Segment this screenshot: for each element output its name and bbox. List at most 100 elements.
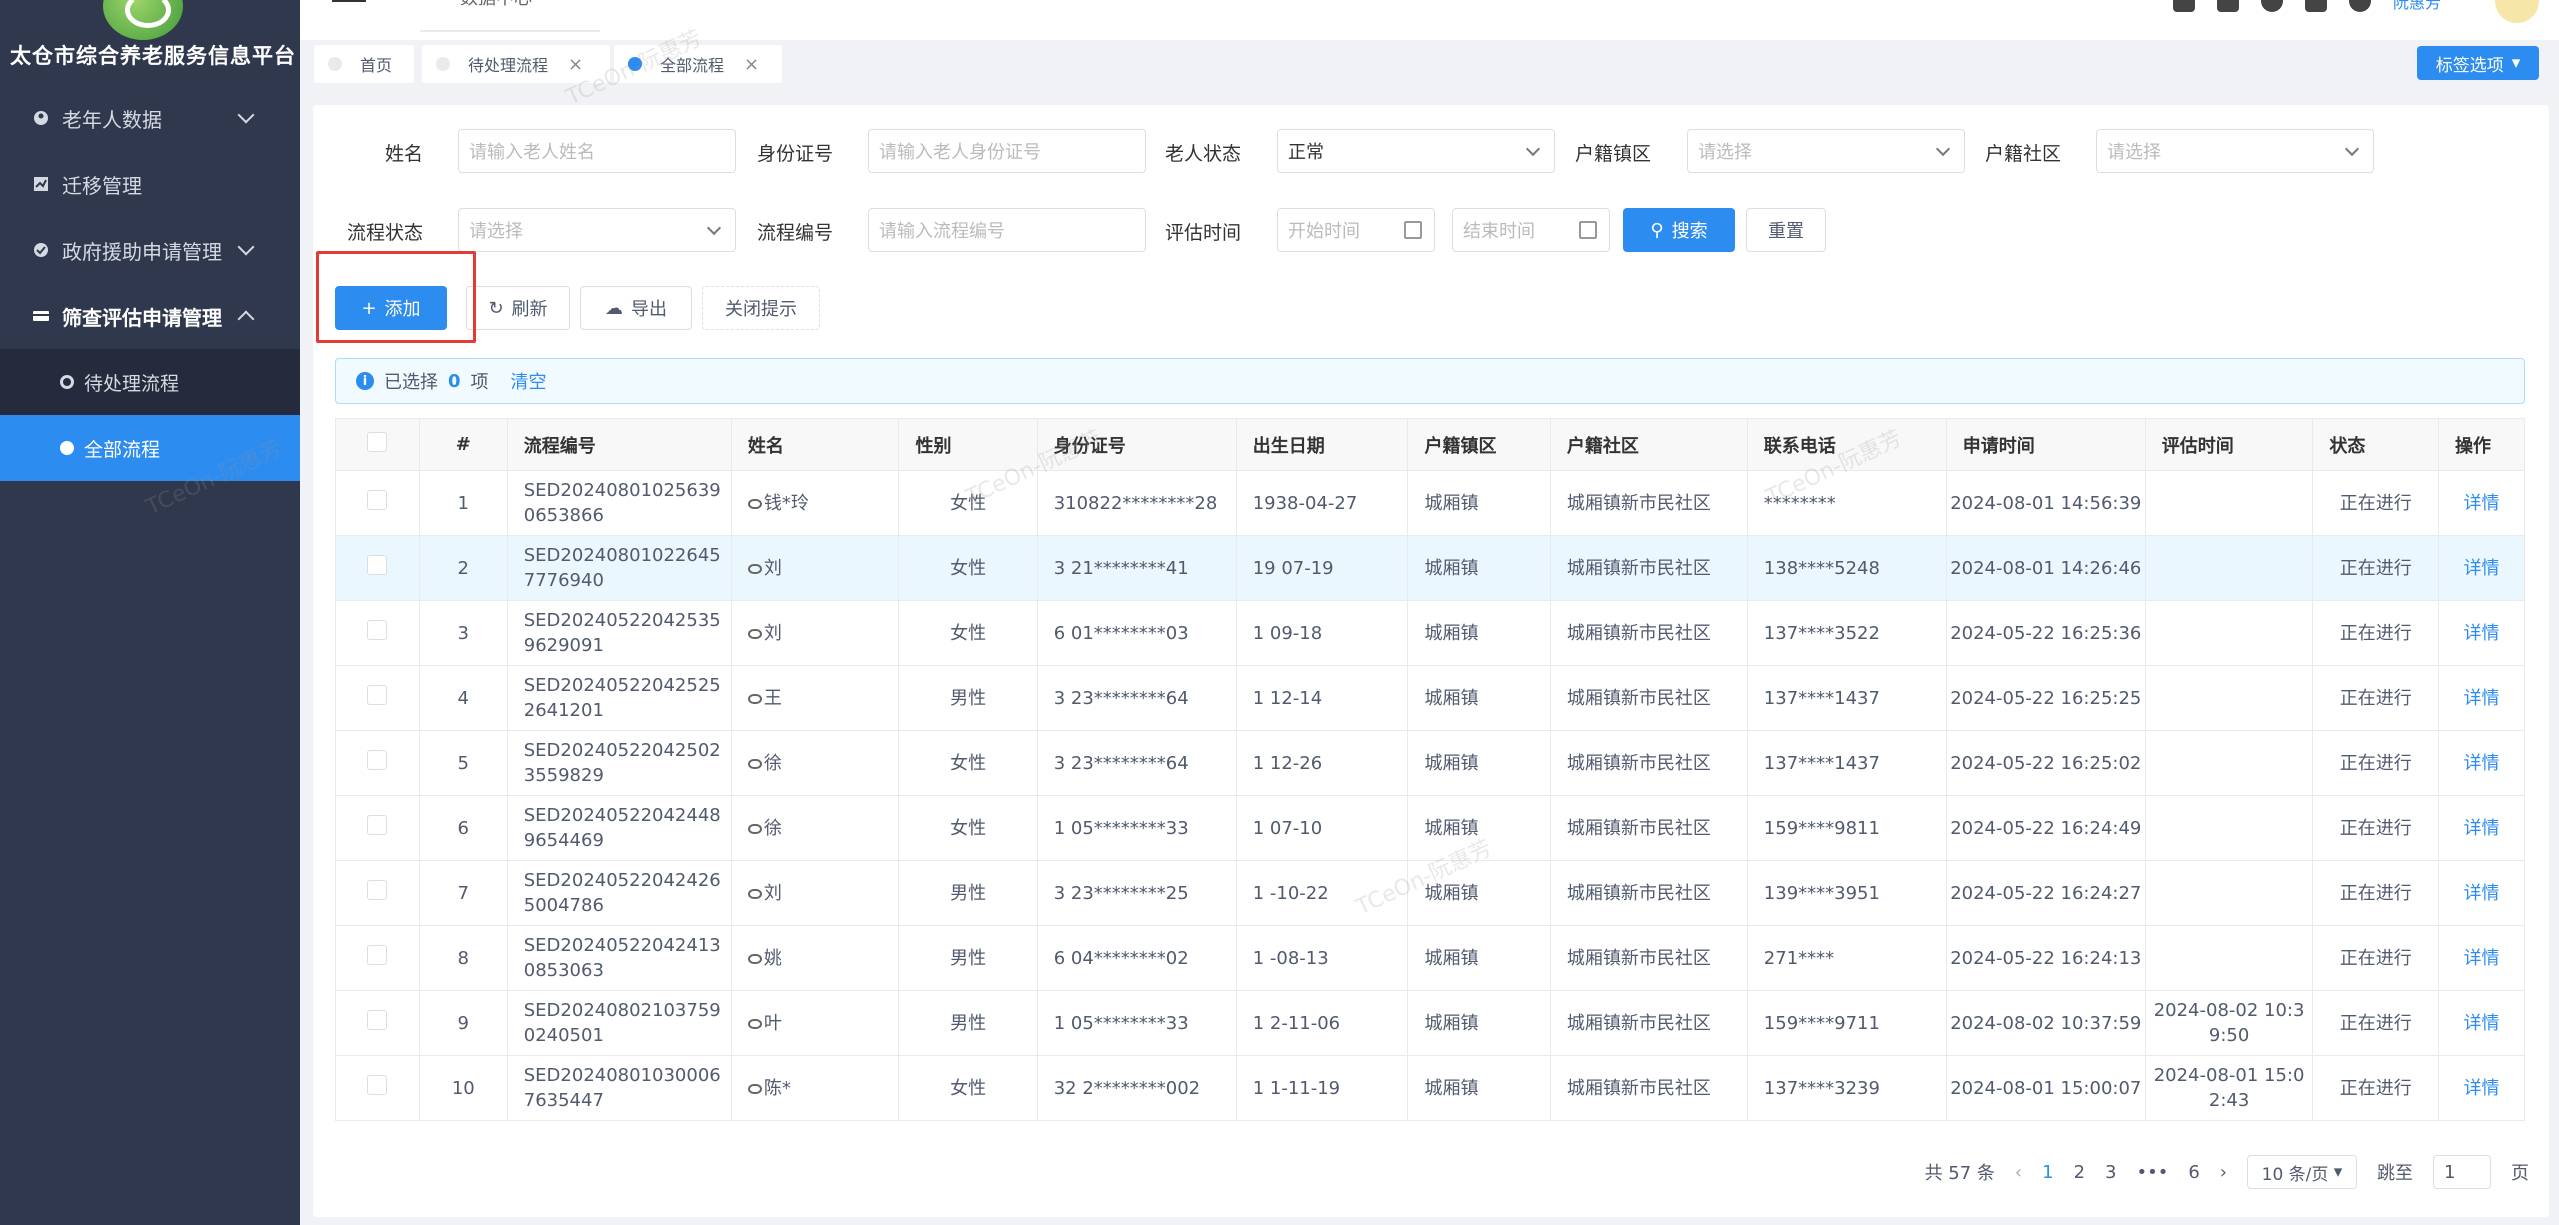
sidebar-item-gov-aid[interactable]: 政府援助申请管理 bbox=[0, 217, 300, 283]
user-name[interactable]: 阮惠芳 bbox=[2393, 0, 2473, 13]
clear-selection-link[interactable]: 清空 bbox=[511, 368, 547, 394]
cell-op[interactable]: 详情 bbox=[2438, 925, 2525, 991]
row-select-cell[interactable] bbox=[335, 665, 420, 731]
prev-page-icon[interactable]: ‹ bbox=[2015, 1162, 2022, 1183]
sidebar-item-screening[interactable]: 筛查评估申请管理 bbox=[0, 283, 300, 349]
sidebar-subitem-pending[interactable]: 待处理流程 bbox=[0, 349, 300, 415]
close-icon[interactable]: × bbox=[568, 54, 583, 75]
id-label: 身份证号 bbox=[756, 143, 833, 165]
tab-all[interactable]: 全部流程 × bbox=[614, 45, 782, 83]
row-select-cell[interactable] bbox=[335, 860, 420, 926]
close-tip-button[interactable]: 关闭提示 bbox=[702, 286, 820, 330]
id-input[interactable]: 请输入老人身份证号 bbox=[868, 129, 1146, 173]
eye-off-icon[interactable] bbox=[747, 758, 762, 769]
flow-status-select[interactable]: 请选择 bbox=[458, 208, 736, 252]
flow-status-placeholder: 请选择 bbox=[469, 221, 523, 242]
eye-off-icon[interactable] bbox=[747, 1018, 762, 1029]
cell-text[interactable]: 详情 bbox=[2464, 818, 2500, 839]
name-input[interactable]: 请输入老人姓名 bbox=[458, 129, 736, 173]
bell-icon[interactable] bbox=[2349, 0, 2371, 12]
cell-op[interactable]: 详情 bbox=[2438, 470, 2525, 536]
end-date-input[interactable]: 结束时间 bbox=[1452, 208, 1610, 252]
sidebar-item-migration[interactable]: 迁移管理 bbox=[0, 151, 300, 217]
eye-off-icon[interactable] bbox=[747, 823, 762, 834]
start-date-input[interactable]: 开始时间 bbox=[1277, 208, 1435, 252]
page-size-select[interactable]: 10 条/页 ▾ bbox=[2247, 1155, 2357, 1189]
page-number[interactable]: 3 bbox=[2105, 1162, 2116, 1183]
row-select-cell[interactable] bbox=[335, 600, 420, 666]
flow-no-input[interactable]: 请输入流程编号 bbox=[868, 208, 1146, 252]
eye-off-icon[interactable] bbox=[747, 888, 762, 899]
select-all-cell[interactable] bbox=[335, 418, 420, 471]
eye-off-icon[interactable] bbox=[747, 1083, 762, 1094]
tag-options-button[interactable]: 标签选项 ▾ bbox=[2417, 46, 2539, 80]
cell-op[interactable]: 详情 bbox=[2438, 600, 2525, 666]
jump-input[interactable]: 1 bbox=[2433, 1155, 2491, 1189]
avatar[interactable] bbox=[2495, 0, 2539, 23]
status-select[interactable]: 正常 bbox=[1277, 129, 1555, 173]
cell-text[interactable]: 详情 bbox=[2464, 623, 2500, 644]
row-select-cell[interactable] bbox=[335, 535, 420, 601]
row-select-cell[interactable] bbox=[335, 795, 420, 861]
document-icon[interactable] bbox=[2305, 0, 2327, 12]
cell-gender: 女性 bbox=[898, 600, 1038, 666]
lock-icon[interactable] bbox=[2173, 0, 2195, 12]
cell-op[interactable]: 详情 bbox=[2438, 535, 2525, 601]
fullscreen-icon[interactable] bbox=[2217, 0, 2239, 12]
page-ellipsis[interactable]: ••• bbox=[2136, 1162, 2168, 1183]
cell-text[interactable]: 详情 bbox=[2464, 753, 2500, 774]
eye-off-icon[interactable] bbox=[747, 953, 762, 964]
town-select[interactable]: 请选择 bbox=[1687, 129, 1965, 173]
cell-op[interactable]: 详情 bbox=[2438, 730, 2525, 796]
reset-button[interactable]: 重置 bbox=[1746, 208, 1826, 252]
cell-text[interactable]: 详情 bbox=[2464, 1078, 2500, 1099]
checkbox[interactable] bbox=[367, 749, 388, 770]
cell-text[interactable]: 详情 bbox=[2464, 1013, 2500, 1034]
community-select[interactable]: 请选择 bbox=[2096, 129, 2374, 173]
row-select-cell[interactable] bbox=[335, 1055, 420, 1121]
eye-off-icon[interactable] bbox=[747, 498, 762, 509]
search-button[interactable]: ⚲ 搜索 bbox=[1623, 208, 1735, 252]
export-button[interactable]: ☁ 导出 bbox=[580, 286, 692, 330]
eye-off-icon[interactable] bbox=[747, 693, 762, 704]
page-number[interactable]: 6 bbox=[2188, 1162, 2199, 1183]
cell-text[interactable]: 详情 bbox=[2464, 493, 2500, 514]
checkbox[interactable] bbox=[367, 1009, 388, 1030]
checkbox[interactable] bbox=[367, 489, 388, 510]
checkbox[interactable] bbox=[367, 944, 388, 965]
row-select-cell[interactable] bbox=[335, 470, 420, 536]
sidebar-subitem-all[interactable]: 全部流程 bbox=[0, 415, 300, 481]
page-number[interactable]: 1 bbox=[2042, 1162, 2053, 1183]
cell-op[interactable]: 详情 bbox=[2438, 795, 2525, 861]
cell-op[interactable]: 详情 bbox=[2438, 1055, 2525, 1121]
cell-text[interactable]: 详情 bbox=[2464, 558, 2500, 579]
menu-toggle-icon[interactable] bbox=[332, 0, 366, 2]
checkbox[interactable] bbox=[367, 879, 388, 900]
tab-home[interactable]: 首页 bbox=[314, 45, 414, 83]
cell-op[interactable]: 详情 bbox=[2438, 990, 2525, 1056]
refresh-button[interactable]: ↻ 刷新 bbox=[466, 286, 570, 330]
cell-id: 310822********28 bbox=[1037, 470, 1237, 536]
cell-op[interactable]: 详情 bbox=[2438, 665, 2525, 731]
row-select-cell[interactable] bbox=[335, 730, 420, 796]
cell-text[interactable]: 详情 bbox=[2464, 883, 2500, 904]
row-select-cell[interactable] bbox=[335, 925, 420, 991]
cell-text[interactable]: 详情 bbox=[2464, 948, 2500, 969]
eye-off-icon[interactable] bbox=[747, 563, 762, 574]
close-icon[interactable]: × bbox=[744, 54, 759, 75]
checkbox[interactable] bbox=[367, 619, 388, 640]
checkbox[interactable] bbox=[367, 814, 388, 835]
page-number[interactable]: 2 bbox=[2074, 1162, 2085, 1183]
row-select-cell[interactable] bbox=[335, 990, 420, 1056]
checkbox[interactable] bbox=[367, 1074, 388, 1095]
checkbox[interactable] bbox=[367, 432, 388, 452]
github-icon[interactable] bbox=[2261, 0, 2283, 12]
sidebar-item-elderly-data[interactable]: 老年人数据 bbox=[0, 85, 300, 151]
cell-op[interactable]: 详情 bbox=[2438, 860, 2525, 926]
tab-pending[interactable]: 待处理流程 × bbox=[422, 45, 610, 83]
checkbox[interactable] bbox=[367, 554, 388, 575]
checkbox[interactable] bbox=[367, 684, 388, 705]
cell-text[interactable]: 详情 bbox=[2464, 688, 2500, 709]
eye-off-icon[interactable] bbox=[747, 628, 762, 639]
next-page-icon[interactable]: › bbox=[2220, 1162, 2227, 1183]
